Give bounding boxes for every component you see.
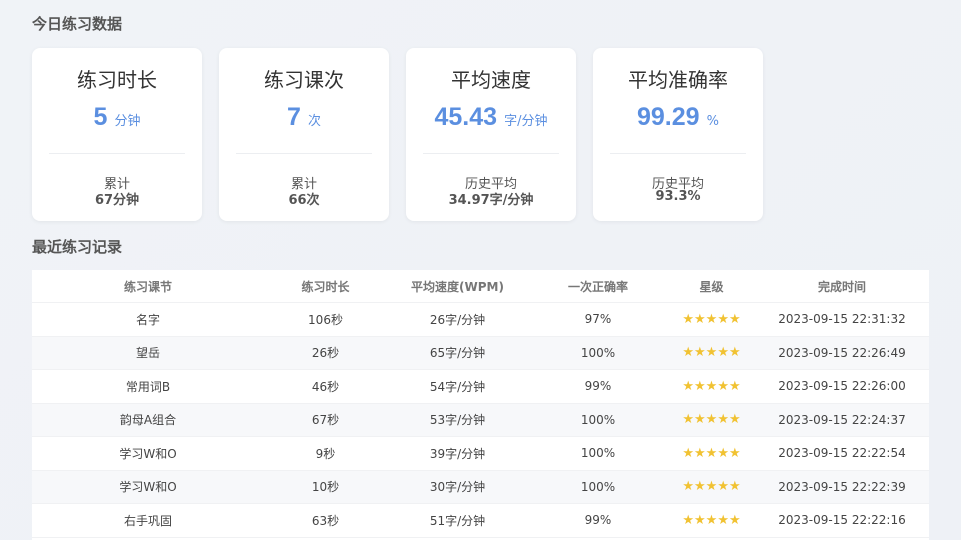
accuracy-cell: 100% (580, 412, 616, 427)
records-table: 练习课节 练习时长 平均速度(WPM) 一次正确率 星级 完成时间 名字 106… (32, 270, 929, 540)
card-unit: 次 (307, 114, 321, 129)
duration-cell: 10秒 (311, 480, 340, 495)
card-value-row: 99.29 % (593, 103, 763, 132)
card-value: 7 (286, 103, 301, 131)
lesson-cell: 常用词B (125, 379, 171, 394)
speed-cell: 39字/分钟 (429, 446, 486, 461)
time-cell: 2023-09-15 22:24:37 (778, 412, 906, 427)
card-divider (610, 153, 746, 154)
table-row[interactable]: 右手巩固 63秒 51字/分钟 99% ★★★★★ 2023-09-15 22:… (32, 504, 929, 538)
card-divider (49, 153, 185, 154)
column-header-speed[interactable]: 平均速度(WPM) (387, 278, 528, 295)
lesson-cell: 名字 (135, 312, 160, 327)
duration-cell: 106秒 (308, 312, 343, 327)
time-cell: 2023-09-15 22:22:54 (778, 446, 906, 461)
table-row[interactable]: 学习W和O 10秒 30字/分钟 100% ★★★★★ 2023-09-15 2… (32, 470, 929, 504)
time-cell: 2023-09-15 22:26:49 (778, 345, 906, 360)
card-sub-value: 66次 (288, 193, 320, 208)
card-value-row: 45.43 字/分钟 (406, 103, 576, 132)
duration-cell: 26秒 (311, 346, 340, 361)
stat-card-duration: 练习时长 5 分钟 累计 67分钟 (32, 48, 202, 221)
lesson-cell: 右手巩固 (123, 513, 172, 528)
stat-card-sessions: 练习课次 7 次 累计 66次 (219, 48, 389, 221)
card-unit: % (706, 114, 719, 129)
stat-card-accuracy: 平均准确率 99.29 % 历史平均 93.3% (593, 48, 763, 221)
accuracy-cell: 99% (584, 379, 612, 394)
speed-cell: 65字/分钟 (429, 346, 486, 361)
card-value: 5 (93, 103, 108, 131)
card-title: 练习课次 (264, 68, 344, 92)
column-header-duration[interactable]: 练习时长 (264, 278, 387, 295)
star-rating-icon: ★★★★★ (682, 311, 741, 327)
table-row[interactable]: 名字 106秒 26字/分钟 97% ★★★★★ 2023-09-15 22:3… (32, 303, 929, 337)
card-sub-value: 67分钟 (94, 193, 140, 208)
recent-records-title: 最近练习记录 (32, 238, 123, 256)
practice-stats-page: 今日练习数据 练习时长 5 分钟 累计 67分钟 练习课次 7 次 累计 66次… (0, 0, 961, 540)
speed-cell: 30字/分钟 (429, 480, 486, 495)
time-cell: 2023-09-15 22:22:16 (778, 513, 906, 528)
table-row[interactable]: 学习W和O 9秒 39字/分钟 100% ★★★★★ 2023-09-15 22… (32, 437, 929, 471)
lesson-cell: 学习W和O (119, 480, 177, 495)
card-title: 平均速度 (451, 68, 531, 92)
card-value-row: 5 分钟 (32, 103, 202, 132)
table-row[interactable]: 常用词B 46秒 54字/分钟 99% ★★★★★ 2023-09-15 22:… (32, 370, 929, 404)
column-header-time[interactable]: 完成时间 (755, 278, 929, 295)
stat-cards: 练习时长 5 分钟 累计 67分钟 练习课次 7 次 累计 66次 平均速度 4… (32, 48, 763, 221)
column-header-stars[interactable]: 星级 (668, 278, 755, 295)
accuracy-cell: 100% (580, 479, 616, 494)
table-row[interactable]: 韵母A组合 67秒 53字/分钟 100% ★★★★★ 2023-09-15 2… (32, 403, 929, 437)
card-value-row: 7 次 (219, 103, 389, 132)
time-cell: 2023-09-15 22:26:00 (778, 379, 906, 394)
accuracy-cell: 99% (584, 513, 612, 528)
card-title: 平均准确率 (628, 68, 728, 92)
card-value: 99.29 (636, 103, 700, 131)
lesson-cell: 韵母A组合 (119, 413, 177, 428)
star-rating-icon: ★★★★★ (682, 512, 741, 528)
card-sub-value: 34.97字/分钟 (448, 193, 534, 208)
star-rating-icon: ★★★★★ (682, 378, 741, 394)
card-divider (236, 153, 372, 154)
duration-cell: 9秒 (315, 446, 336, 461)
today-stats-title: 今日练习数据 (32, 15, 123, 33)
table-row[interactable]: 望岳 26秒 65字/分钟 100% ★★★★★ 2023-09-15 22:2… (32, 336, 929, 370)
star-rating-icon: ★★★★★ (682, 412, 741, 428)
time-cell: 2023-09-15 22:31:32 (778, 312, 906, 327)
duration-cell: 46秒 (311, 379, 340, 394)
table-header-row: 练习课节 练习时长 平均速度(WPM) 一次正确率 星级 完成时间 (32, 270, 929, 303)
lesson-cell: 望岳 (135, 346, 160, 361)
star-rating-icon: ★★★★★ (682, 345, 741, 361)
stat-card-speed: 平均速度 45.43 字/分钟 历史平均 34.97字/分钟 (406, 48, 576, 221)
star-rating-icon: ★★★★★ (682, 479, 741, 495)
speed-cell: 51字/分钟 (429, 513, 486, 528)
star-rating-icon: ★★★★★ (682, 445, 741, 461)
duration-cell: 67秒 (311, 413, 340, 428)
card-value: 45.43 (434, 103, 498, 131)
accuracy-cell: 97% (584, 312, 612, 327)
speed-cell: 26字/分钟 (429, 312, 486, 327)
duration-cell: 63秒 (311, 513, 340, 528)
card-title: 练习时长 (77, 68, 157, 92)
card-sub-value: 93.3% (655, 189, 701, 204)
column-header-lesson[interactable]: 练习课节 (32, 278, 264, 295)
card-divider (423, 153, 559, 154)
accuracy-cell: 100% (580, 345, 616, 360)
time-cell: 2023-09-15 22:22:39 (778, 479, 906, 494)
column-header-accuracy[interactable]: 一次正确率 (528, 278, 668, 295)
speed-cell: 54字/分钟 (429, 379, 486, 394)
accuracy-cell: 100% (580, 446, 616, 461)
lesson-cell: 学习W和O (119, 446, 177, 461)
speed-cell: 53字/分钟 (429, 413, 486, 428)
card-unit: 字/分钟 (504, 114, 548, 129)
card-unit: 分钟 (114, 114, 141, 129)
